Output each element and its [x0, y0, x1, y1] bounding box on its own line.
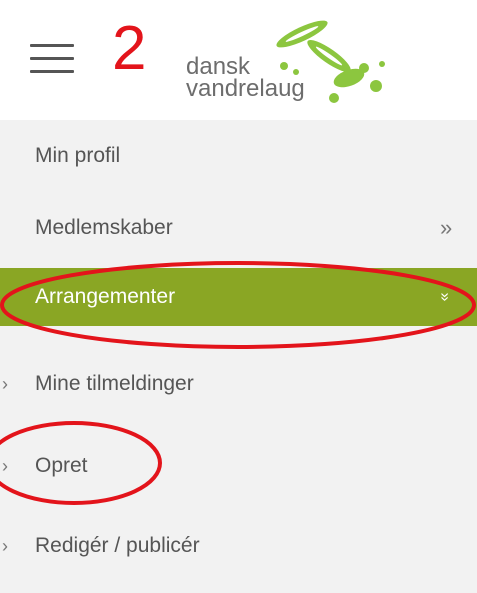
annotation-number: 2 [112, 14, 147, 83]
side-menu: Min profil Medlemskaber » Arrangementer … [0, 120, 477, 593]
menu-item-medlemskaber[interactable]: Medlemskaber » [0, 202, 477, 254]
header: 2 dansk vandrelaug [0, 0, 477, 120]
submenu-item-label: Opret [35, 454, 88, 477]
chevron-glyph: » [436, 292, 454, 302]
menu-item-label: Min profil [35, 144, 121, 167]
bullet-chevron-icon: › [2, 535, 8, 556]
submenu-item-mine-tilmeldinger[interactable]: › Mine tilmeldinger [0, 358, 477, 410]
menu-item-min-profil[interactable]: Min profil [0, 130, 477, 182]
bullet-chevron-icon: › [2, 455, 8, 476]
menu-item-arrangementer[interactable]: Arrangementer » [0, 268, 477, 326]
hamburger-icon[interactable] [30, 44, 74, 74]
chevron-double-down-icon: » [435, 293, 453, 302]
submenu-item-opret[interactable]: › Opret [0, 440, 477, 492]
bullet-chevron-icon: › [2, 373, 8, 394]
menu-item-label: Medlemskaber [35, 216, 173, 239]
chevron-double-right-icon: » [440, 215, 453, 240]
menu-item-label: Arrangementer [35, 285, 176, 308]
logo-text: dansk vandrelaug [186, 55, 305, 102]
submenu-item-label: Redigér / publicér [35, 534, 200, 557]
submenu-item-redigere-publicere[interactable]: › Redigér / publicér [0, 520, 477, 572]
logo-line-vandrelaug: vandrelaug [186, 75, 305, 102]
submenu-item-label: Mine tilmeldinger [35, 372, 194, 395]
